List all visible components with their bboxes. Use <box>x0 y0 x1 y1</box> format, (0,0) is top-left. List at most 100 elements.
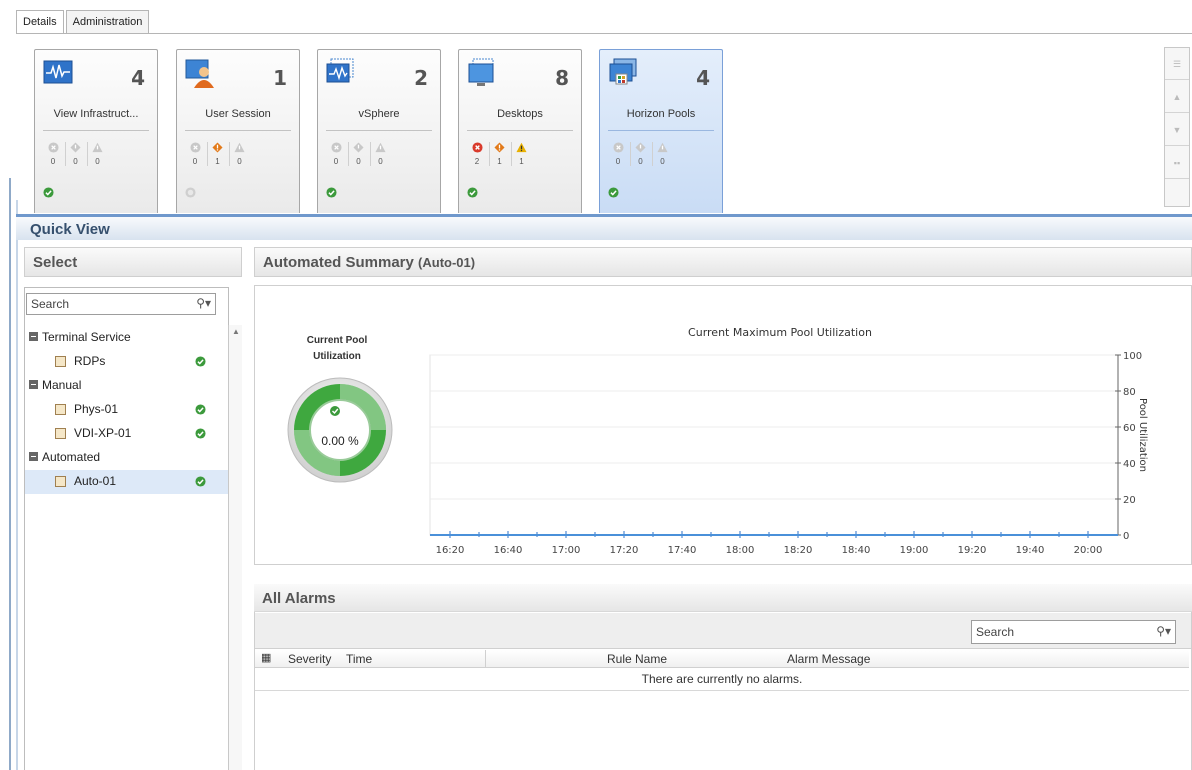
tile-major-stat[interactable]: 0 <box>65 142 85 166</box>
column-rule-name[interactable]: Rule Name <box>607 652 667 666</box>
gauge-label-line2: Utilization <box>313 351 361 362</box>
tree-item[interactable]: Phys-01 <box>25 398 228 422</box>
data-point <box>1028 533 1032 537</box>
tree-group[interactable]: Automated <box>25 446 228 470</box>
warning-alarm-icon <box>375 142 386 153</box>
column-time[interactable]: Time <box>346 652 372 666</box>
warning-alarm-icon <box>92 142 103 153</box>
scroll-down-icon[interactable]: ▼ <box>1165 114 1189 146</box>
major-alarm-icon <box>494 142 505 153</box>
tile-warning-stat[interactable]: 0 <box>652 142 672 166</box>
x-tick-label: 17:40 <box>668 545 697 556</box>
tile-major-stat[interactable]: 1 <box>489 142 509 166</box>
critical-alarm-icon <box>471 142 483 153</box>
collapse-icon[interactable] <box>29 332 38 341</box>
data-point <box>970 533 974 537</box>
tile-view-icon[interactable]: ▪▪ <box>1165 147 1189 179</box>
column-chooser-icon[interactable]: ▦ <box>261 651 271 664</box>
infrastructure-monitor-icon <box>43 58 73 88</box>
x-tick-label: 19:40 <box>1016 545 1045 556</box>
warning-count: 0 <box>237 157 242 166</box>
tree-item[interactable]: RDPs <box>25 350 228 374</box>
tab-administration[interactable]: Administration <box>65 10 150 34</box>
tree-item-label: VDI-XP-01 <box>74 426 132 440</box>
horizon-pools-icon <box>608 58 638 88</box>
data-point <box>854 533 858 537</box>
tile-major-stat[interactable]: 1 <box>207 142 227 166</box>
ok-icon <box>330 406 340 416</box>
tile-warning-stat[interactable]: 0 <box>229 142 249 166</box>
ok-status-icon <box>43 187 54 198</box>
tile-warning-stat[interactable]: 1 <box>511 142 531 166</box>
tree-item[interactable]: Auto-01 <box>25 470 228 494</box>
tile-critical-stat[interactable]: 0 <box>185 142 205 166</box>
tile-vsphere[interactable]: 2 vSphere 0 0 0 <box>317 49 441 213</box>
tree-scrollbar[interactable]: ▲ <box>228 325 242 770</box>
tree-group[interactable]: Manual <box>25 374 228 398</box>
list-view-icon[interactable]: ☰ <box>1165 48 1189 80</box>
data-point <box>622 533 626 537</box>
x-tick-label: 19:00 <box>900 545 929 556</box>
tile-critical-stat[interactable]: 0 <box>608 142 628 166</box>
collapse-icon[interactable] <box>29 452 38 461</box>
scroll-up-icon[interactable]: ▲ <box>232 327 240 336</box>
tile-critical-stat[interactable]: 0 <box>43 142 63 166</box>
data-point <box>680 533 684 537</box>
x-tick-label: 20:00 <box>1074 545 1103 556</box>
tree-group[interactable]: Terminal Service <box>25 326 228 350</box>
search-icon[interactable]: ⚲▾ <box>196 296 211 310</box>
critical-count: 0 <box>192 157 198 166</box>
data-point <box>506 533 510 537</box>
tile-critical-stat[interactable]: 2 <box>467 142 487 166</box>
plot-area <box>429 354 1119 536</box>
major-count: 1 <box>215 157 220 166</box>
tree-item-label: Auto-01 <box>74 474 117 488</box>
ok-status-icon <box>195 428 206 439</box>
tile-major-stat[interactable]: 0 <box>348 142 368 166</box>
ok-status-icon <box>195 404 206 415</box>
data-point <box>1086 533 1090 537</box>
major-count: 0 <box>356 157 361 166</box>
tile-critical-stat[interactable]: 0 <box>326 142 346 166</box>
tile-major-stat[interactable]: 0 <box>630 142 650 166</box>
tile-warning-stat[interactable]: 0 <box>87 142 107 166</box>
major-alarm-icon <box>353 142 364 153</box>
critical-alarm-icon <box>47 142 59 153</box>
search-icon[interactable]: ⚲▾ <box>1156 624 1171 638</box>
tile-view-infrastruct[interactable]: 4 View Infrastruct... 0 0 0 <box>34 49 158 213</box>
major-count: 1 <box>497 157 502 166</box>
tile-name: View Infrastruct... <box>53 108 139 120</box>
alarms-search-input[interactable]: Search ⚲▾ <box>971 620 1176 644</box>
column-alarm-message[interactable]: Alarm Message <box>787 652 870 666</box>
data-point <box>796 533 800 537</box>
tree-search-input[interactable]: Search ⚲▾ <box>26 293 216 315</box>
critical-alarm-icon <box>612 142 624 153</box>
unknown-status-icon <box>185 187 196 198</box>
frame-line <box>16 200 18 770</box>
tile-horizon-pools[interactable]: 4 Horizon Pools 0 0 0 <box>599 49 723 213</box>
tile-name: Horizon Pools <box>626 108 696 120</box>
tree-group-label: Terminal Service <box>42 330 131 344</box>
scroll-up-icon[interactable]: ▲ <box>1165 81 1189 113</box>
critical-alarm-icon <box>189 142 201 153</box>
x-tick-label: 18:20 <box>784 545 813 556</box>
y-tick-label: 60 <box>1123 423 1136 434</box>
tile-user-session[interactable]: 1 User Session 0 1 0 <box>176 49 300 213</box>
tile-warning-stat[interactable]: 0 <box>370 142 390 166</box>
alarms-search-placeholder: Search <box>976 625 1015 639</box>
tile-desktops[interactable]: 8 Desktops 2 1 1 <box>458 49 582 213</box>
tab-details[interactable]: Details <box>16 10 64 34</box>
major-alarm-icon <box>635 142 646 153</box>
tile-scroller[interactable]: ☰ ▲ ▼ ▪▪ <box>1164 47 1190 207</box>
column-severity[interactable]: Severity <box>288 652 331 666</box>
user-session-icon <box>185 58 215 88</box>
gauge-label-line1: Current Pool <box>306 335 368 346</box>
desktops-icon <box>467 58 497 88</box>
warning-alarm-icon <box>516 142 527 153</box>
no-alarms-message: There are currently no alarms. <box>255 669 1189 691</box>
tile-name: User Session <box>205 108 271 120</box>
collapse-icon[interactable] <box>29 380 38 389</box>
tree-item[interactable]: VDI-XP-01 <box>25 422 228 446</box>
tile-divider <box>43 130 149 131</box>
critical-count: 2 <box>474 157 480 166</box>
